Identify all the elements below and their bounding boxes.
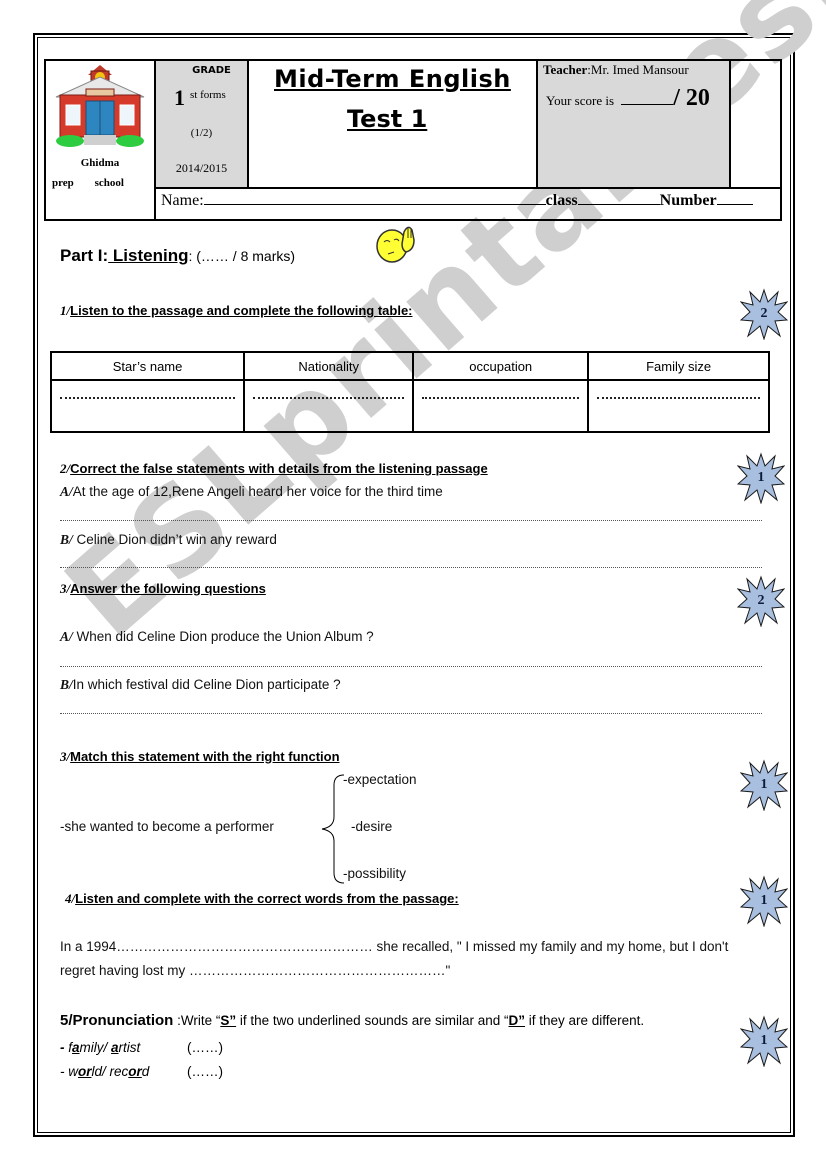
table-header-stars-name: Star’s name xyxy=(49,351,246,381)
q2-item-b-letter: B/ xyxy=(60,532,73,547)
q4-number: 4/ xyxy=(65,891,76,906)
q5-item-2-word1-start: w xyxy=(68,1064,78,1079)
q2-item-a-text: At the age of 12,Rene Angeli heard her v… xyxy=(72,484,443,499)
q5-item-2: - world/ record xyxy=(60,1064,149,1079)
q5-s-letter: S” xyxy=(220,1013,237,1028)
q5-item-2-prefix: - xyxy=(60,1064,69,1079)
q2-answer-line-a[interactable] xyxy=(60,520,762,521)
table-row xyxy=(49,379,770,433)
q4-passage-line1[interactable]: In a 1994………………………………………………… she recalle… xyxy=(60,939,728,954)
q3-heading: 3/Answer the following questions xyxy=(60,581,266,597)
q5-mark-badge: 1 xyxy=(739,1015,789,1068)
answer-cell-stars-name[interactable] xyxy=(49,379,246,433)
q2-item-a-letter: A/ xyxy=(60,484,73,499)
q2-item-b-text: Celine Dion didn’t win any reward xyxy=(72,532,277,547)
q5-label: 5/Pronunciation xyxy=(60,1012,174,1029)
q1-heading: 1/Listen to the passage and complete the… xyxy=(60,303,413,319)
q3-item-b-text: In which festival did Celine Dion partic… xyxy=(72,677,341,692)
part-label: Part I: xyxy=(60,246,109,265)
q3b-mark-value: 1 xyxy=(760,777,768,792)
thinking-face-icon xyxy=(376,226,415,263)
q5-item-2-word2-start: rec xyxy=(109,1064,129,1079)
q5-instruction-b: if the two underlined sounds are similar… xyxy=(236,1013,509,1028)
q3-item-b: B/In which festival did Celine Dion part… xyxy=(60,677,341,693)
q2-text: Correct the false statements with detail… xyxy=(70,461,488,476)
q3-mark-value: 2 xyxy=(757,593,765,608)
table-header-row: Star’s name Nationality occupation Famil… xyxy=(49,351,770,381)
q1-number: 1/ xyxy=(60,303,71,318)
q3-item-a-text: When did Celine Dion produce the Union A… xyxy=(72,629,374,644)
q3-answer-line-b[interactable] xyxy=(60,713,762,714)
q5-item-1-word2-sound: a xyxy=(111,1040,119,1055)
answer-cell-occupation[interactable] xyxy=(412,379,590,433)
q5-instruction-c: if they are different. xyxy=(525,1013,645,1028)
part-title: Part I: Listening: (…… / 8 marks) xyxy=(60,246,295,266)
q3-item-b-letter: B/ xyxy=(60,677,73,692)
q2-heading: 2/Correct the false statements with deta… xyxy=(60,461,488,477)
q3b-mark-badge: 1 xyxy=(739,759,789,812)
q5-item-1-word1-end: mily/ xyxy=(79,1040,112,1055)
q5-item-2-word1-sound: or xyxy=(78,1064,92,1079)
q3b-number: 3/ xyxy=(60,749,71,764)
match-statement: -she wanted to become a performer xyxy=(60,819,274,834)
q5-item-2-word2-sound: or xyxy=(128,1064,142,1079)
table-header-family-size: Family size xyxy=(587,351,770,381)
part-marks: : (…… / 8 marks) xyxy=(188,248,296,264)
q4-text: Listen and complete with the correct wor… xyxy=(75,891,459,906)
answer-cell-nationality[interactable] xyxy=(243,379,415,433)
match-option-expectation[interactable]: -expectation xyxy=(343,772,417,787)
q5-instruction-a: :Write “ xyxy=(173,1013,221,1028)
q3b-text: Match this statement with the right func… xyxy=(70,749,340,764)
test-body: Part I: Listening: (…… / 8 marks) 1/List… xyxy=(0,0,826,1169)
q5-d-letter: D” xyxy=(508,1013,526,1028)
q5-item-2-word2-end: d xyxy=(141,1064,150,1079)
q5-item-1-prefix: - xyxy=(60,1040,69,1055)
q3-item-a: A/ When did Celine Dion produce the Unio… xyxy=(60,629,374,645)
q2-item-a: A/At the age of 12,Rene Angeli heard her… xyxy=(60,484,443,500)
q1-mark-value: 2 xyxy=(760,306,768,321)
q2-answer-line-b[interactable] xyxy=(60,567,762,568)
q5-mark-value: 1 xyxy=(760,1033,768,1048)
q3-answer-line-a[interactable] xyxy=(60,666,762,667)
q2-item-b: B/ Celine Dion didn’t win any reward xyxy=(60,532,277,548)
q3-number: 3/ xyxy=(60,581,71,596)
q5-item-1: - family/ artist xyxy=(60,1040,140,1055)
q3-text: Answer the following questions xyxy=(70,581,266,596)
q4-passage-line2[interactable]: regret having lost my ………………………………………………… xyxy=(60,963,450,978)
q3-mark-badge: 2 xyxy=(736,575,786,628)
q1-text: Listen to the passage and complete the f… xyxy=(70,303,413,318)
part-name: Listening xyxy=(108,246,189,265)
table-header-occupation: occupation xyxy=(412,351,590,381)
q5-item-2-answer[interactable]: (……) xyxy=(187,1064,223,1079)
q1-mark-badge: 2 xyxy=(739,288,789,341)
q2-mark-badge: 1 xyxy=(736,452,786,505)
match-option-desire[interactable]: -desire xyxy=(351,819,392,834)
table-header-nationality: Nationality xyxy=(243,351,415,381)
q4-heading: 4/Listen and complete with the correct w… xyxy=(65,891,459,907)
q5-item-1-answer[interactable]: (……) xyxy=(187,1040,223,1055)
match-option-possibility[interactable]: -possibility xyxy=(343,866,406,881)
star-info-table: Star’s name Nationality occupation Famil… xyxy=(49,351,770,433)
q4-mark-value: 1 xyxy=(760,893,768,908)
q5-item-1-word2-end: rtist xyxy=(118,1040,141,1055)
q5-heading: 5/Pronunciation :Write “S” if the two un… xyxy=(60,1012,644,1029)
q2-number: 2/ xyxy=(60,461,71,476)
q2-mark-value: 1 xyxy=(757,470,765,485)
answer-cell-family-size[interactable] xyxy=(587,379,770,433)
q4-mark-badge: 1 xyxy=(739,875,789,928)
q3-item-a-letter: A/ xyxy=(60,629,73,644)
q3b-heading: 3/Match this statement with the right fu… xyxy=(60,749,340,765)
q5-item-2-word1-end: ld/ xyxy=(91,1064,110,1079)
q5-item-1-word1-sound: a xyxy=(72,1040,80,1055)
